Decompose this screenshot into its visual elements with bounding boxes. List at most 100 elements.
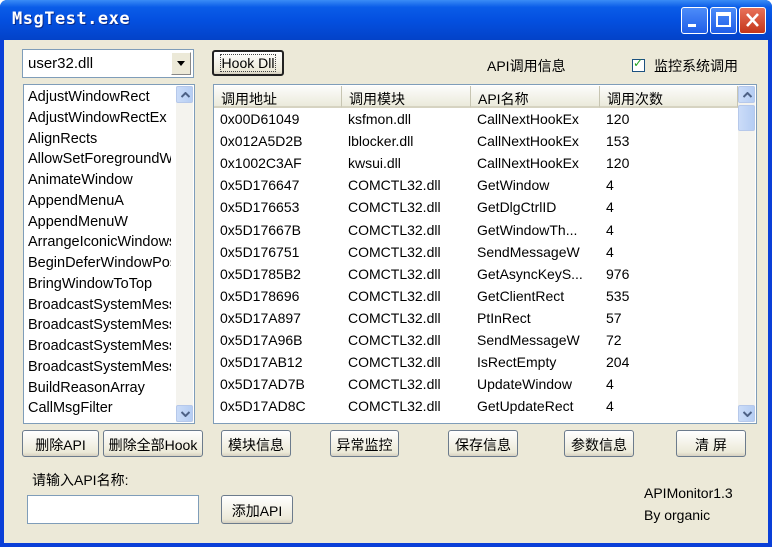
maximize-button[interactable] (710, 7, 737, 34)
api-list-scrollbar[interactable] (176, 86, 193, 422)
list-item[interactable]: BroadcastSystemMessageA (28, 317, 171, 333)
table-cell: GetClientRect (477, 287, 565, 304)
hook-dll-button[interactable]: Hook Dll (212, 50, 284, 76)
header-api-name[interactable]: API名称 (471, 86, 600, 108)
header-call-count[interactable]: 调用次数 (600, 86, 738, 108)
list-item[interactable]: BroadcastSystemMessageExA (28, 338, 171, 354)
chevron-up-icon (743, 92, 752, 98)
table-cell: 0x5D17667B (220, 221, 301, 238)
api-name-input[interactable] (27, 495, 199, 524)
table-cell: SendMessageW (477, 332, 580, 348)
list-item[interactable]: BringWindowToTop (28, 276, 171, 292)
list-item[interactable]: BroadcastSystemMessageW (28, 359, 171, 375)
add-api-button[interactable]: 添加API (221, 495, 293, 524)
table-cell: CallNextHookEx (477, 155, 579, 172)
table-cell: CallNextHookEx (477, 111, 579, 127)
list-item[interactable]: AdjustWindowRectEx (28, 110, 171, 126)
chevron-down-icon[interactable] (171, 52, 191, 75)
table-cell: 535 (606, 287, 630, 304)
api-list[interactable]: AdjustWindowRect AdjustWindowRectEx AlignR… (23, 84, 195, 424)
close-icon (746, 13, 759, 27)
list-item[interactable]: BroadcastSystemMessage (28, 297, 171, 313)
delete-api-button[interactable]: 删除API (22, 430, 99, 457)
table-cell: COMCTL32.dll (348, 287, 441, 304)
table-cell: GetWindow (477, 177, 550, 194)
list-item[interactable]: AppendMenuW (28, 214, 171, 230)
about-version: APIMonitor1.3 (644, 485, 733, 501)
checkbox-check-icon[interactable] (632, 56, 645, 72)
table-cell: 153 (606, 133, 630, 150)
table-cell: COMCTL32.dll (348, 199, 441, 216)
app-window: MsgTest.exe user32.dll Hook Dll API调用信息 … (0, 0, 772, 547)
list-item[interactable]: AppendMenuA (28, 193, 171, 209)
chevron-up-icon (181, 92, 190, 98)
scroll-down-button[interactable] (176, 405, 193, 422)
table-cell: 0x5D176751 (220, 243, 300, 260)
list-item[interactable]: CallMsgFilter (28, 400, 171, 416)
table-cell: 4 (606, 221, 614, 238)
table-cell: 120 (606, 155, 630, 172)
table-cell: 0x5D1785B2 (220, 265, 301, 282)
table-cell: COMCTL32.dll (348, 398, 441, 415)
table-cell: COMCTL32.dll (348, 354, 441, 371)
list-item[interactable]: ArrangeIconicWindows (28, 234, 171, 250)
table-cell: 4 (606, 376, 614, 393)
table-cell: ksfmon.dll (348, 111, 412, 127)
chevron-down-icon (743, 411, 752, 417)
header-call-address[interactable]: 调用地址 (214, 86, 342, 108)
list-item[interactable]: AnimateWindow (28, 172, 171, 188)
table-cell: 204 (606, 354, 630, 371)
table-cell: 976 (606, 265, 630, 282)
maximize-icon (716, 12, 731, 27)
table-cell: 0x5D17AD7B (220, 376, 305, 393)
table-cell: 0x5D178696 (220, 287, 300, 304)
monitor-checkbox[interactable]: 监控系统调用 (632, 56, 762, 76)
table-cell: SendMessageW (477, 243, 580, 260)
table-cell: IsRectEmpty (477, 354, 557, 371)
table-cell: 0x5D176647 (220, 177, 300, 194)
scroll-down-button[interactable] (738, 405, 755, 422)
chevron-down-icon (181, 411, 190, 417)
about-author: By organic (644, 507, 711, 523)
module-info-button[interactable]: 模块信息 (221, 430, 291, 457)
table-cell: kwsui.dll (348, 155, 401, 172)
clear-screen-button[interactable]: 清 屏 (676, 430, 746, 457)
save-info-button[interactable]: 保存信息 (448, 430, 518, 457)
header-call-module[interactable]: 调用模块 (342, 86, 471, 108)
table-cell: GetWindowTh... (477, 221, 578, 238)
table-cell: 0x5D17A897 (220, 309, 301, 326)
table-cell: COMCTL32.dll (348, 177, 441, 194)
list-item[interactable]: AdjustWindowRect (28, 89, 171, 105)
table-cell: COMCTL32.dll (348, 221, 441, 238)
list-item[interactable]: BeginDeferWindowPos (28, 255, 171, 271)
table-cell: 4 (606, 177, 614, 194)
table-cell: GetDlgCtrlID (477, 199, 557, 216)
api-name-label: 请输入API名称: (32, 472, 129, 488)
scroll-thumb[interactable] (738, 105, 755, 131)
scroll-up-button[interactable] (738, 86, 755, 103)
minimize-icon (688, 24, 696, 27)
client-area: user32.dll Hook Dll API调用信息 监控系统调用 Adjus… (4, 40, 768, 543)
param-info-button[interactable]: 参数信息 (564, 430, 634, 457)
scroll-up-button[interactable] (176, 86, 193, 103)
title-bar[interactable]: MsgTest.exe (0, 0, 772, 40)
table-cell: GetUpdateRect (477, 398, 574, 415)
delete-all-hook-button[interactable]: 删除全部Hook (103, 430, 203, 457)
exception-monitor-button[interactable]: 异常监控 (330, 430, 399, 457)
hook-dll-label: Hook Dll (219, 54, 277, 72)
table-cell: CallNextHookEx (477, 133, 579, 150)
table-cell: 0x5D17A96B (220, 332, 303, 348)
api-call-table[interactable]: 调用地址 调用模块 API名称 调用次数 0x00D61049 ksfmon.dll Ca… (213, 84, 757, 424)
list-item[interactable]: AllowSetForegroundWindow (28, 151, 171, 167)
minimize-button[interactable] (681, 7, 708, 34)
close-button[interactable] (739, 7, 766, 34)
table-cell: COMCTL32.dll (348, 265, 441, 282)
table-cell: 57 (606, 309, 622, 326)
table-scrollbar[interactable] (738, 86, 755, 422)
table-cell: 0x5D17AB12 (220, 354, 303, 371)
window-title: MsgTest.exe (12, 9, 131, 29)
table-cell: COMCTL32.dll (348, 376, 441, 393)
list-item[interactable]: AlignRects (28, 131, 171, 147)
list-item[interactable]: BuildReasonArray (28, 380, 171, 396)
dll-select[interactable]: user32.dll (22, 49, 194, 78)
